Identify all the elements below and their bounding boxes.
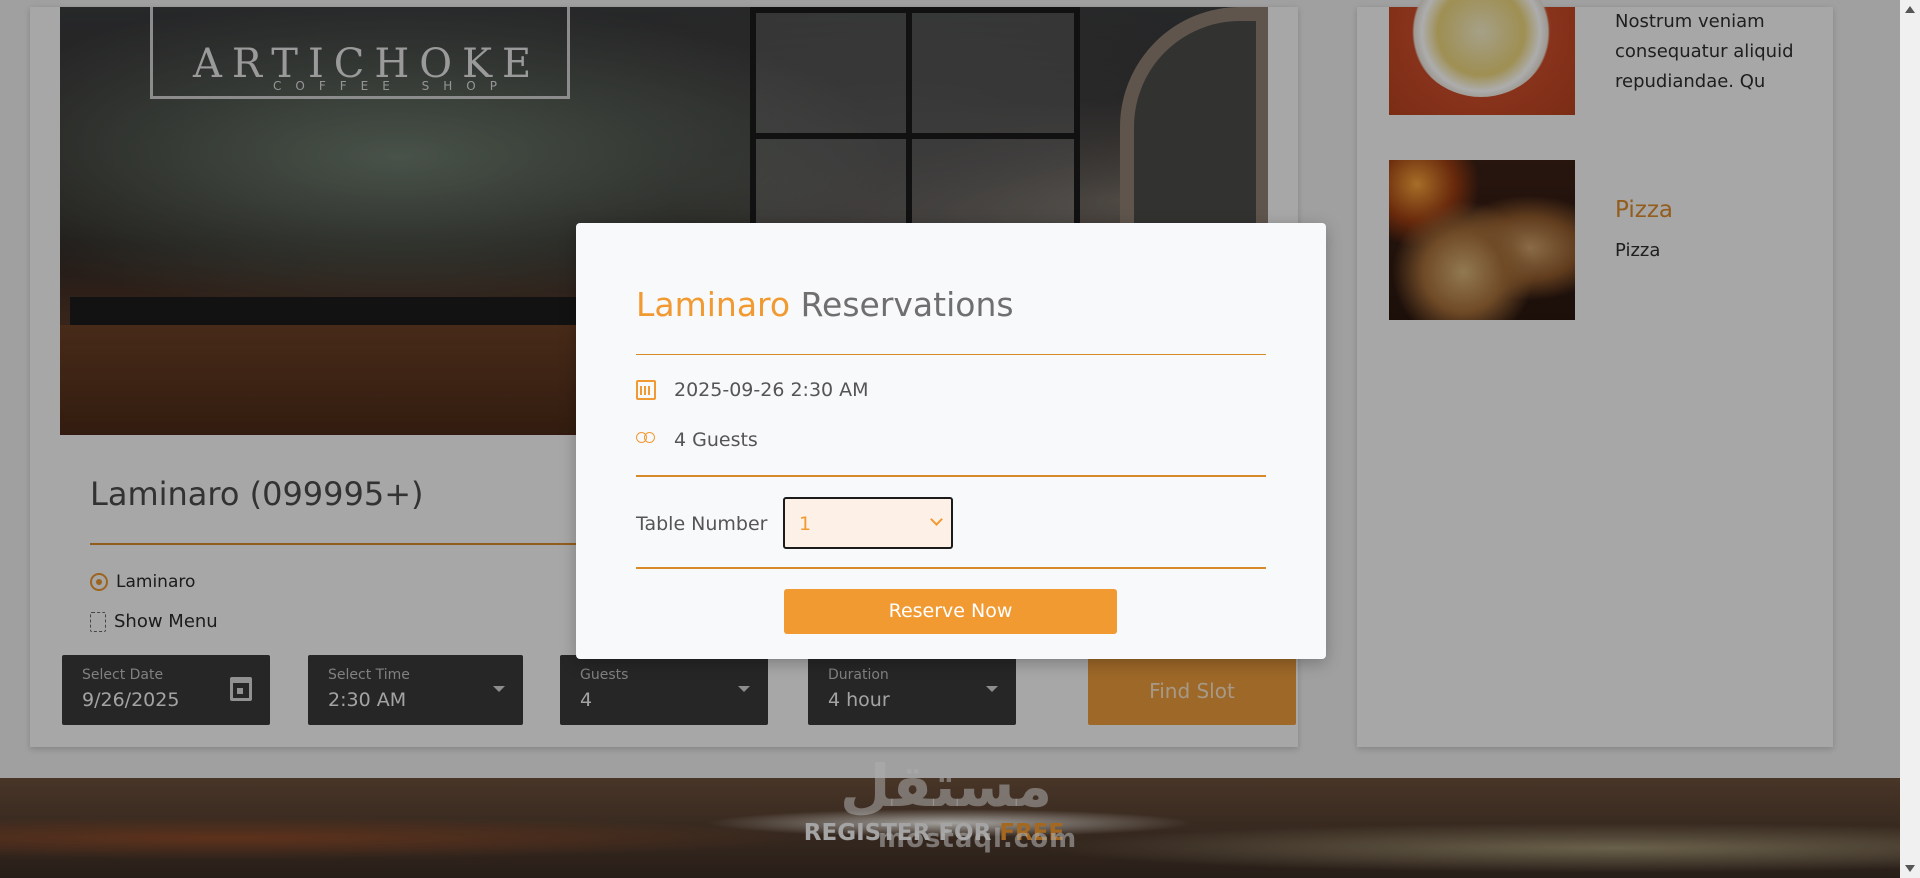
modal-title-rest: Reservations [800, 285, 1014, 324]
page-scrollbar[interactable] [1900, 0, 1920, 878]
reservation-datetime: 2025-09-26 2:30 AM [636, 379, 869, 401]
chevron-down-icon [930, 513, 943, 526]
reserve-now-button[interactable]: Reserve Now [784, 589, 1117, 634]
table-number-value: 1 [799, 513, 812, 535]
reservation-datetime-value: 2025-09-26 2:30 AM [674, 379, 869, 401]
modal-title-brand: Laminaro [636, 285, 791, 324]
modal-divider [636, 567, 1266, 569]
modal-divider [636, 475, 1266, 477]
guests-icon [636, 432, 656, 448]
scroll-down-icon[interactable] [1905, 865, 1915, 872]
reservation-guests: 4 Guests [636, 429, 758, 451]
reservation-guests-value: 4 Guests [674, 429, 758, 451]
table-number-select[interactable]: 1 [783, 497, 953, 549]
modal-divider [636, 354, 1266, 355]
table-number-label: Table Number [636, 513, 768, 535]
reservation-modal: Laminaro Reservations 2025-09-26 2:30 AM… [576, 223, 1326, 659]
modal-title: Laminaro Reservations [636, 285, 1014, 324]
calendar-icon [636, 380, 656, 400]
scroll-up-icon[interactable] [1905, 6, 1915, 13]
